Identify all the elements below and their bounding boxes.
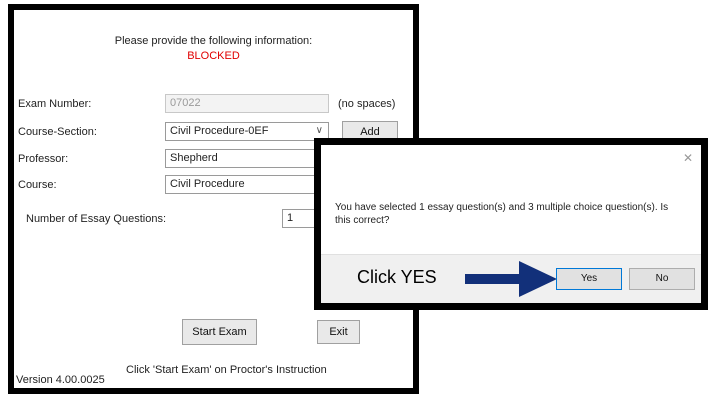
yes-button[interactable]: Yes <box>556 268 622 290</box>
course-section-select[interactable]: Civil Procedure-0EF ∨ <box>165 122 329 141</box>
version-label: Version 4.00.0025 <box>16 374 105 386</box>
course-field[interactable]: Civil Procedure <box>165 175 329 194</box>
professor-field[interactable]: Shepherd <box>165 149 329 168</box>
close-icon[interactable]: ✕ <box>683 151 693 165</box>
essay-questions-label: Number of Essay Questions: <box>26 213 167 225</box>
professor-label: Professor: <box>18 153 69 165</box>
chevron-down-icon: ∨ <box>315 125 323 136</box>
start-exam-button[interactable]: Start Exam <box>182 319 257 345</box>
course-label: Course: <box>18 179 57 191</box>
exit-button[interactable]: Exit <box>317 320 360 344</box>
course-section-value: Civil Procedure-0EF <box>170 125 269 137</box>
instructions-text: Please provide the following information… <box>114 35 313 47</box>
arrow-right-icon <box>465 261 557 297</box>
exam-number-field: 07022 <box>165 94 329 113</box>
footer-instruction: Click 'Start Exam' on Proctor's Instruct… <box>126 364 327 376</box>
dialog-footer: Click YES Yes No <box>321 254 701 303</box>
course-section-label: Course-Section: <box>18 126 97 138</box>
no-spaces-hint: (no spaces) <box>338 98 396 110</box>
exam-number-label: Exam Number: <box>18 98 92 110</box>
click-yes-annotation: Click YES <box>357 267 437 287</box>
dialog-message: You have selected 1 essay question(s) an… <box>335 202 669 226</box>
confirmation-dialog: ✕ You have selected 1 essay question(s) … <box>314 138 708 310</box>
blocked-status: BLOCKED <box>187 50 240 62</box>
no-button[interactable]: No <box>629 268 695 290</box>
